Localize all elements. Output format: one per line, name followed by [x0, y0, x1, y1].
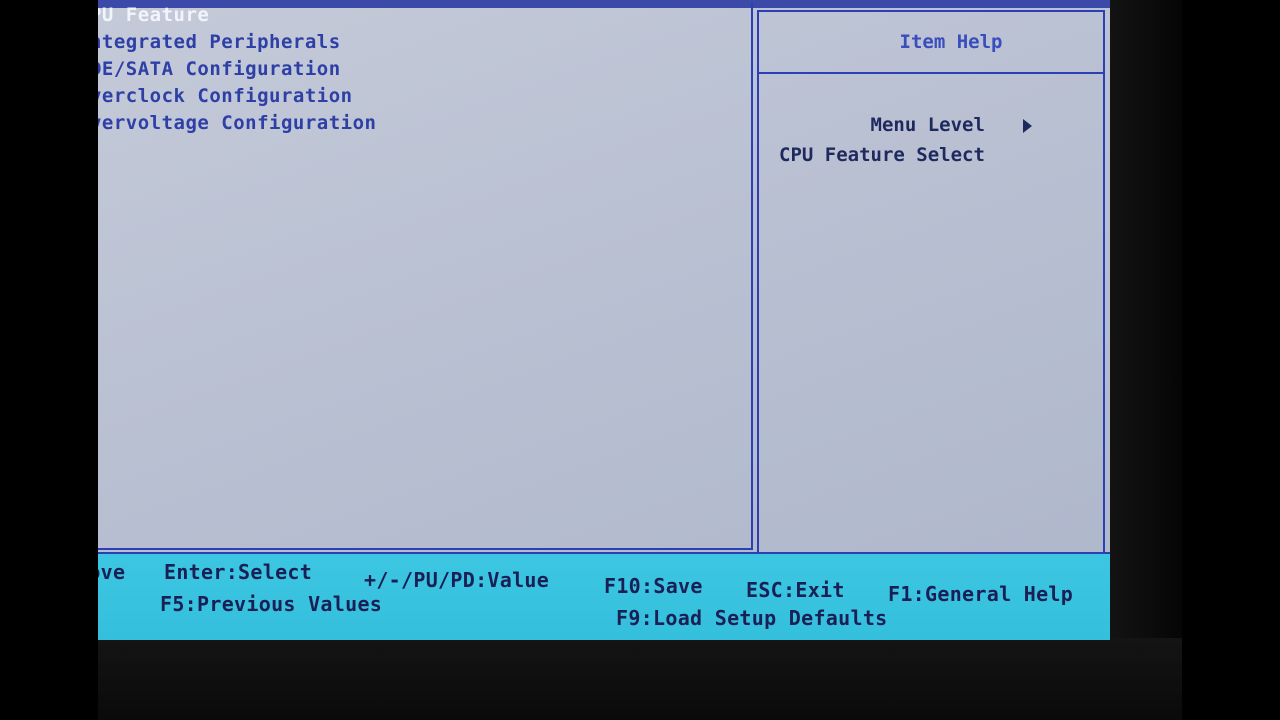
item-help-title: Item Help	[899, 31, 1003, 53]
menu-panel: CPU Feature Integrated Peripherals IDE/S…	[98, 2, 753, 550]
key-general-help: F1:General Help	[888, 582, 1074, 606]
key-load-setup-defaults: F9:Load Setup Defaults	[616, 606, 888, 630]
monitor-bezel-bottom	[98, 638, 1182, 720]
menu-item-overclock-configuration[interactable]: Overclock Configuration	[98, 83, 376, 110]
key-enter-select: Enter:Select	[164, 560, 313, 584]
key-legend-bar: Move Enter:Select +/-/PU/PD:Value F10:Sa…	[98, 552, 1110, 640]
key-move: Move	[98, 560, 126, 584]
monitor-frame: CPU Feature Integrated Peripherals IDE/S…	[0, 0, 1280, 720]
menu-item-cpu-feature[interactable]: CPU Feature	[98, 2, 376, 29]
key-previous-values: F5:Previous Values	[160, 592, 383, 616]
item-help-header: Item Help	[759, 12, 1103, 74]
menu-level-label: Menu Level	[870, 114, 985, 136]
item-help-panel: Item Help Menu Level CPU Feature Select	[757, 10, 1105, 566]
menu-item-integrated-peripherals[interactable]: Integrated Peripherals	[98, 29, 376, 56]
menu-item-ide-sata-configuration[interactable]: IDE/SATA Configuration	[98, 56, 376, 83]
key-save: F10:Save	[604, 574, 703, 598]
item-help-description: CPU Feature Select	[779, 144, 985, 166]
key-exit: ESC:Exit	[746, 578, 845, 602]
monitor-bezel-right	[1098, 0, 1182, 720]
key-value: +/-/PU/PD:Value	[364, 568, 550, 592]
bios-screen: CPU Feature Integrated Peripherals IDE/S…	[98, 0, 1110, 640]
menu-item-overvoltage-configuration[interactable]: Overvoltage Configuration	[98, 110, 376, 137]
menu-level-arrow-icon	[1022, 119, 1032, 133]
menu-list: CPU Feature Integrated Peripherals IDE/S…	[98, 2, 376, 137]
